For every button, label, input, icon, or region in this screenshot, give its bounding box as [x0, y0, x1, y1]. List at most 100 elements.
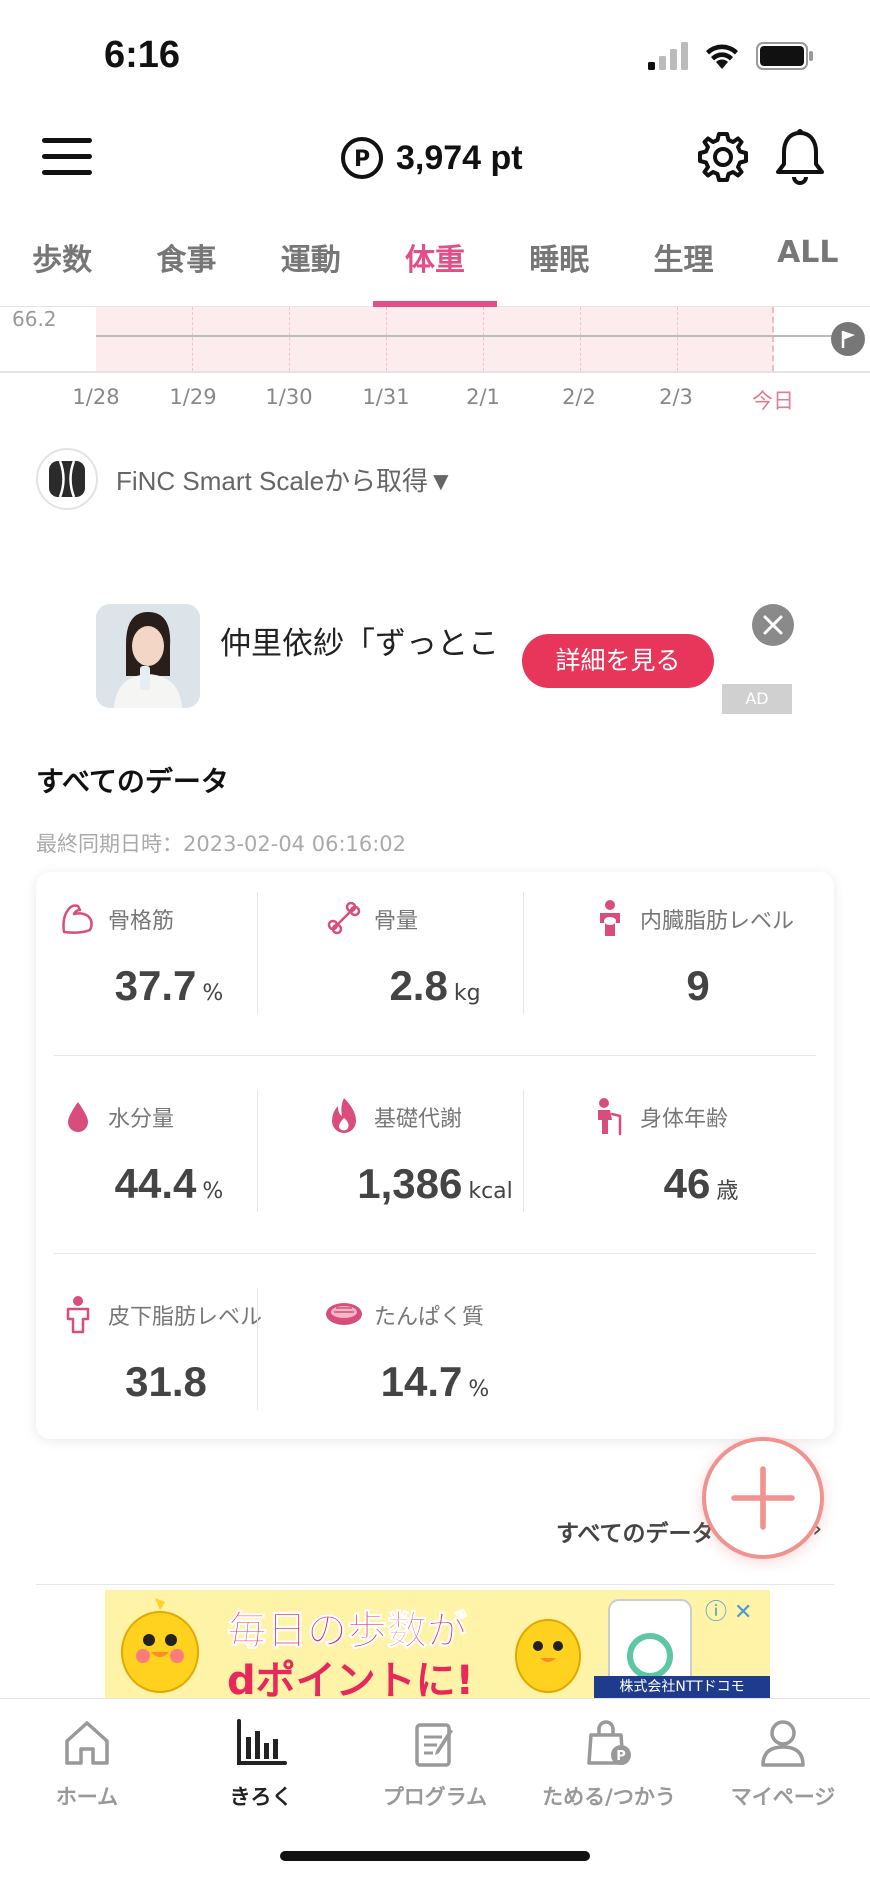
nav-home[interactable]: ホーム	[0, 1715, 174, 1811]
user-icon	[761, 1720, 805, 1767]
ad-badge: AD	[722, 684, 792, 714]
body-metrics-card: 骨格筋 37.7% 骨量 2.8kg 内臓脂肪レベル 9 水分量 44.4%	[36, 872, 834, 1439]
chart-range-area	[96, 307, 774, 371]
info-icon[interactable]: ⓘ ✕	[705, 1594, 752, 1626]
mascot-image-2	[515, 1619, 581, 1693]
chart-x-label: 1/30	[265, 385, 313, 409]
subcutaneous-fat-icon	[66, 1296, 90, 1334]
gear-icon[interactable]	[696, 130, 750, 184]
close-icon[interactable]	[752, 604, 794, 646]
metric-value: 46 歳	[663, 1160, 739, 1207]
metric-protein[interactable]: たんぱく質 14.7%	[302, 1268, 568, 1448]
weight-chart[interactable]: 66.2 1/28 1/29 1/30 1/31 2/1 2/2 2/3 今日	[0, 307, 870, 413]
phone-image	[608, 1599, 692, 1686]
tab-period[interactable]: 生理	[621, 225, 745, 306]
svg-text:P: P	[354, 147, 370, 172]
nav-label: きろく	[229, 1785, 293, 1809]
flag-icon[interactable]	[830, 321, 866, 357]
data-source-selector[interactable]: FiNC Smart Scaleから取得▼	[36, 448, 454, 510]
body-age-icon	[598, 1098, 622, 1136]
tab-sleep[interactable]: 睡眠	[497, 225, 621, 306]
points-display[interactable]: P 3,974 pt	[340, 136, 523, 180]
points-icon: P	[341, 137, 383, 179]
bell-icon[interactable]	[772, 128, 828, 186]
ad-portrait-image	[96, 604, 200, 708]
tab-steps[interactable]: 歩数	[0, 225, 124, 306]
nav-label: マイページ	[730, 1785, 836, 1809]
wifi-icon	[706, 44, 738, 69]
chart-x-label: 1/31	[362, 385, 410, 409]
metric-subcutaneous-fat[interactable]: 皮下脂肪レベル 31.8	[36, 1268, 302, 1448]
section-title: すべてのデータ	[36, 765, 229, 798]
status-icons	[648, 42, 814, 70]
nav-records[interactable]: きろく	[174, 1715, 348, 1811]
status-time: 6:16	[104, 34, 181, 76]
chart-baseline	[0, 371, 870, 373]
metric-visceral-fat[interactable]: 内臓脂肪レベル 9	[568, 872, 834, 1052]
chart-y-label: 66.2	[12, 307, 57, 331]
home-indicator[interactable]	[280, 1851, 590, 1861]
metric-value: 37.7%	[114, 962, 224, 1009]
nav-mypage[interactable]: マイページ	[696, 1715, 870, 1811]
metric-label: 骨量	[374, 909, 419, 934]
data-source-label: FiNC Smart Scaleから取得▼	[116, 465, 454, 496]
status-bar: 6:16	[0, 0, 870, 110]
water-drop-icon	[68, 1102, 88, 1132]
tab-exercise[interactable]: 運動	[249, 225, 373, 306]
metric-label: たんぱく質	[374, 1305, 485, 1330]
visceral-fat-icon	[600, 900, 620, 936]
metric-label: 身体年齢	[640, 1107, 729, 1132]
metric-label: 骨格筋	[108, 909, 175, 934]
bottom-navigation: ホーム きろく プログラム P ためる/つかう マイページ	[0, 1698, 870, 1883]
nav-label: ためる/つかう	[542, 1785, 676, 1809]
chart-x-label: 2/1	[466, 385, 500, 409]
metric-body-water[interactable]: 水分量 44.4%	[36, 1070, 302, 1250]
shopping-bag-icon: P	[587, 1720, 631, 1765]
category-tabs: 歩数 食事 運動 体重 睡眠 生理 ALL	[0, 225, 870, 307]
tab-meals[interactable]: 食事	[124, 225, 248, 306]
metric-bone-mass[interactable]: 骨量 2.8 kg	[302, 872, 568, 1052]
app-header: P 3,974 pt	[0, 110, 870, 240]
tab-weight[interactable]: 体重	[372, 225, 498, 307]
dpoint-banner[interactable]: 毎日の歩数が dポイントに! ⓘ ✕ 株式会社NTTドコモ	[105, 1590, 770, 1698]
home-icon	[65, 1721, 109, 1765]
metric-value: 44.4%	[114, 1160, 224, 1207]
ad-detail-button[interactable]: 詳細を見る	[522, 634, 714, 688]
metric-basal-metabolism[interactable]: 基礎代謝 1,386 kcal	[302, 1070, 568, 1250]
metric-body-age[interactable]: 身体年齢 46 歳	[568, 1070, 834, 1250]
metric-value: 14.7%	[380, 1358, 490, 1405]
metric-value: 2.8 kg	[389, 962, 481, 1009]
points-value: 3,974 pt	[396, 138, 523, 177]
nav-points[interactable]: P ためる/つかう	[522, 1715, 696, 1811]
meat-icon	[326, 1303, 362, 1325]
banner-subheadline: dポイントに!	[227, 1658, 474, 1698]
ad-banner[interactable]: 仲里依紗「ずっとこ 詳細を見る AD	[96, 604, 796, 724]
bar-chart-icon	[237, 1719, 287, 1765]
metric-label: 基礎代謝	[374, 1107, 463, 1132]
metric-value: 31.8	[125, 1358, 207, 1405]
flame-icon	[332, 1098, 356, 1133]
menu-icon[interactable]	[40, 130, 94, 184]
all-data-link[interactable]: すべてのデータ	[556, 1514, 714, 1548]
metric-label: 内臓脂肪レベル	[640, 909, 795, 934]
chart-x-label: 1/28	[72, 385, 120, 409]
clipboard-icon	[415, 1723, 453, 1767]
metric-label: 皮下脂肪レベル	[108, 1305, 263, 1330]
tab-all[interactable]: ALL	[746, 225, 870, 306]
bone-icon	[327, 901, 361, 935]
chart-x-label: 2/2	[562, 385, 596, 409]
chart-x-label: 2/3	[659, 385, 693, 409]
chart-x-label: 1/29	[169, 385, 217, 409]
metric-skeletal-muscle[interactable]: 骨格筋 37.7%	[36, 872, 302, 1052]
nav-label: プログラム	[382, 1785, 488, 1809]
add-record-button[interactable]	[702, 1437, 824, 1559]
ad-title: 仲里依紗「ずっとこ	[220, 626, 499, 662]
nav-program[interactable]: プログラム	[348, 1715, 522, 1811]
section-divider	[36, 1584, 834, 1585]
banner-company: 株式会社NTTドコモ	[594, 1676, 770, 1698]
nav-label: ホーム	[55, 1785, 119, 1809]
chart-goal-line	[96, 335, 836, 337]
metric-label: 水分量	[108, 1107, 175, 1132]
svg-text:P: P	[616, 1749, 626, 1764]
last-sync-label: 最終同期日時：2023-02-04 06:16:02	[36, 832, 407, 856]
